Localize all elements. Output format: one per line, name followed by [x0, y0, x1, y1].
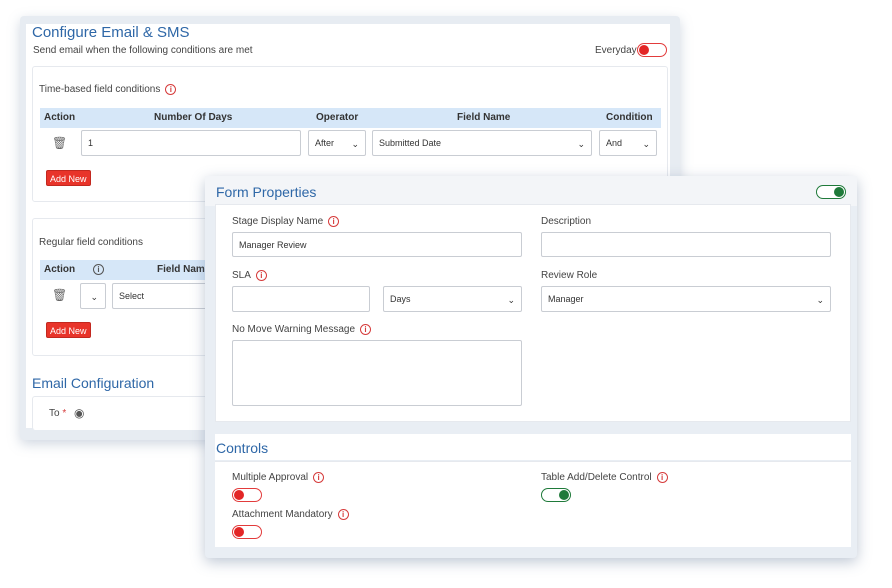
- toggle-knob: [234, 490, 244, 500]
- condition-select[interactable]: And ⌄: [599, 130, 657, 156]
- column-field-name: Field Name: [157, 264, 211, 275]
- attachment-mandatory-label-text: Attachment Mandatory: [232, 509, 333, 521]
- toggle-knob: [234, 527, 244, 537]
- add-new-regular-condition-button[interactable]: Add New: [46, 322, 91, 338]
- form-properties-title: Form Properties: [216, 184, 317, 200]
- no-move-warning-label: No Move Warning Message i: [232, 324, 372, 336]
- info-icon[interactable]: i: [255, 270, 267, 281]
- chevron-down-icon: ⌄: [577, 139, 585, 149]
- no-move-warning-label-text: No Move Warning Message: [232, 324, 356, 336]
- column-field-name: Field Name: [457, 112, 511, 123]
- info-icon[interactable]: i: [328, 216, 340, 227]
- info-icon[interactable]: i: [165, 84, 177, 95]
- sla-input[interactable]: [232, 286, 370, 312]
- stage-display-name-input[interactable]: Manager Review: [232, 232, 522, 257]
- field-name-select[interactable]: Submitted Date ⌄: [372, 130, 592, 156]
- controls-title: Controls: [216, 440, 269, 456]
- review-role-select[interactable]: Manager ⌄: [541, 286, 831, 312]
- info-icon[interactable]: i: [93, 264, 104, 275]
- review-role-label: Review Role: [541, 270, 598, 281]
- multiple-approval-label-text: Multiple Approval: [232, 472, 309, 484]
- operator-select[interactable]: After ⌄: [308, 130, 366, 156]
- email-configuration-title: Email Configuration: [32, 375, 155, 391]
- review-role-value: Manager: [548, 294, 584, 304]
- screenshot-stage: Configure Email & SMS Send email when th…: [0, 0, 892, 588]
- regular-heading: Regular field conditions: [39, 237, 143, 248]
- time-based-heading: Time-based field conditions i: [39, 84, 177, 96]
- required-mark: *: [62, 408, 67, 419]
- column-condition: Condition: [606, 112, 653, 123]
- sla-unit-value: Days: [390, 294, 411, 304]
- info-icon[interactable]: i: [313, 472, 325, 483]
- everyday-toggle[interactable]: [637, 43, 667, 57]
- to-label: To *: [49, 408, 66, 419]
- sla-unit-select[interactable]: Days ⌄: [383, 286, 522, 312]
- number-of-days-input[interactable]: 1: [81, 130, 301, 156]
- chevron-down-icon: ⌄: [507, 295, 515, 305]
- regular-field-select[interactable]: Select: [112, 283, 215, 309]
- info-icon[interactable]: i: [360, 324, 372, 335]
- trash-icon[interactable]: 🗑: [52, 136, 67, 150]
- toggle-knob: [834, 187, 844, 197]
- chevron-down-icon: ⌄: [351, 139, 359, 149]
- sla-label: SLA i: [232, 270, 267, 281]
- multiple-approval-label: Multiple Approval i: [232, 472, 325, 484]
- everyday-label: Everyday: [595, 45, 637, 56]
- column-action: Action: [44, 264, 76, 275]
- description-input[interactable]: [541, 232, 831, 257]
- attachment-mandatory-label: Attachment Mandatory i: [232, 509, 349, 520]
- operator-value: After: [315, 138, 335, 148]
- add-new-time-condition-button[interactable]: Add New: [46, 170, 91, 186]
- regular-table-header: Action i Field Name: [40, 260, 215, 280]
- table-add-delete-toggle[interactable]: [541, 488, 571, 502]
- time-based-table-header: Action Number Of Days Operator Field Nam…: [40, 108, 661, 128]
- trash-icon[interactable]: 🗑: [52, 288, 67, 302]
- chevron-down-icon: ⌄: [642, 139, 650, 149]
- description-label: Description: [541, 216, 592, 227]
- email-sms-title: Configure Email & SMS: [32, 24, 190, 41]
- column-operator: Operator: [316, 112, 359, 123]
- chevron-down-icon: ⌄: [90, 292, 98, 302]
- info-icon[interactable]: i: [337, 509, 349, 520]
- email-sms-subtitle: Send email when the following conditions…: [33, 45, 253, 56]
- field-name-value: Submitted Date: [379, 138, 442, 148]
- to-label-text: To: [49, 408, 60, 419]
- form-properties-toggle[interactable]: [816, 185, 846, 199]
- sla-label-text: SLA: [232, 270, 251, 282]
- table-add-delete-label-text: Table Add/Delete Control: [541, 472, 652, 484]
- column-number-of-days: Number Of Days: [154, 112, 233, 123]
- controls-header: [215, 434, 851, 460]
- info-icon[interactable]: i: [656, 472, 668, 483]
- toggle-knob: [559, 490, 569, 500]
- settings-icon[interactable]: ◉: [74, 406, 84, 420]
- attachment-mandatory-toggle[interactable]: [232, 525, 262, 539]
- table-add-delete-label: Table Add/Delete Control i: [541, 472, 668, 483]
- condition-type-select[interactable]: ⌄: [80, 283, 106, 309]
- multiple-approval-toggle[interactable]: [232, 488, 262, 502]
- time-based-heading-text: Time-based field conditions: [39, 84, 161, 96]
- column-action: Action: [44, 112, 76, 123]
- condition-value: And: [606, 138, 623, 148]
- stage-display-name-label: Stage Display Name i: [232, 216, 340, 228]
- toggle-knob: [639, 45, 649, 55]
- stage-display-name-label-text: Stage Display Name: [232, 216, 324, 228]
- chevron-down-icon: ⌄: [816, 295, 824, 305]
- no-move-warning-textarea[interactable]: [232, 340, 522, 406]
